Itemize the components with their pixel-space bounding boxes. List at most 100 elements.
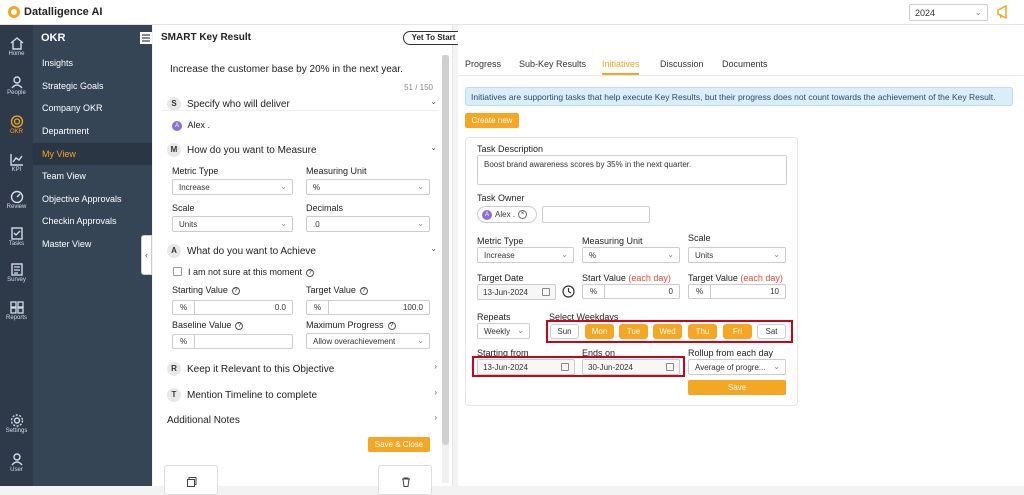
starting-value-input[interactable]: % 0.0: [172, 300, 293, 315]
weekday-wed[interactable]: Wed: [653, 324, 682, 339]
save-close-button[interactable]: Save & Close: [368, 437, 430, 452]
chevron-down-icon: ⌄: [773, 362, 780, 371]
max-progress-label: Maximum Progress?: [306, 320, 396, 330]
rail-survey[interactable]: Survey: [0, 259, 33, 293]
max-progress-select[interactable]: Allow overachievement ⌄: [306, 333, 430, 349]
panel-collapse-handle[interactable]: ‹: [141, 235, 152, 275]
status-badge[interactable]: Yet To Start: [403, 31, 464, 45]
rollup-select[interactable]: Average of progre... ⌄: [688, 359, 786, 375]
menu-item-strategic-goals[interactable]: Strategic Goals: [33, 75, 152, 97]
scroll-thumb[interactable]: [442, 55, 449, 445]
menu-item-department[interactable]: Department: [33, 120, 152, 142]
target-value-label: Target Value?: [306, 285, 368, 295]
weekday-thu[interactable]: Thu: [688, 324, 717, 339]
weekday-sun[interactable]: Sun: [550, 324, 579, 339]
weekday-fri[interactable]: Fri: [723, 324, 752, 339]
owner-chip[interactable]: A Alex .: [172, 120, 210, 131]
rail-okr[interactable]: OKR: [0, 111, 33, 145]
panel-scrollbar[interactable]: [442, 55, 449, 483]
key-result-text: Increase the customer base by 20% in the…: [170, 64, 403, 75]
target-value-label: Target Value (each day): [688, 273, 783, 283]
rail-home[interactable]: Home: [0, 33, 33, 67]
measuring-unit-select[interactable]: % ⌄: [582, 247, 680, 263]
tab-progress[interactable]: Progress: [465, 59, 501, 69]
megaphone-icon[interactable]: [996, 5, 1012, 19]
menu-item-master-view[interactable]: Master View: [33, 233, 152, 255]
tab-documents[interactable]: Documents: [722, 59, 768, 69]
target-value-input[interactable]: % 100.0: [306, 300, 430, 315]
help-icon[interactable]: ?: [306, 268, 315, 277]
calendar-icon: [666, 363, 674, 371]
help-icon[interactable]: ?: [235, 321, 244, 330]
measuring-unit-value: %: [589, 251, 597, 260]
remove-icon[interactable]: ×: [518, 210, 528, 219]
menu-item-team-view[interactable]: Team View: [33, 165, 152, 187]
clock-icon[interactable]: [562, 285, 575, 298]
section-timeline[interactable]: T Mention Timeline to complete ›: [167, 387, 437, 403]
rail-label: Survey: [7, 277, 26, 283]
not-sure-label: I am not sure at this moment?: [188, 267, 315, 277]
weekday-mon[interactable]: Mon: [585, 324, 614, 339]
target-date-input[interactable]: 13-Jun-2024: [477, 284, 556, 300]
create-new-button[interactable]: Create new: [465, 113, 519, 128]
unit-prefix: %: [583, 285, 605, 298]
brand-logo[interactable]: Datalligence AI: [8, 6, 102, 18]
section-relevant[interactable]: R Keep it Relevant to this Objective ›: [167, 361, 437, 377]
rail-settings[interactable]: Settings: [0, 410, 33, 444]
section-title: Keep it Relevant to this Objective: [187, 363, 335, 375]
section-achieve[interactable]: A What do you want to Achieve ⌄: [167, 243, 437, 259]
rail-people[interactable]: People: [0, 72, 33, 106]
scale-label: Scale: [688, 233, 711, 243]
starting-from-input[interactable]: 13-Jun-2024: [477, 359, 575, 375]
metric-type-select[interactable]: Increase ⌄: [172, 179, 293, 195]
target-value-input[interactable]: % 10: [688, 284, 786, 299]
metric-type-select[interactable]: Increase ⌄: [477, 247, 574, 263]
section-specify[interactable]: S Specify who will deliver ⌄: [167, 96, 437, 112]
logo-icon: [8, 6, 20, 18]
menu-collapse-icon[interactable]: [140, 32, 152, 44]
measuring-unit-label: Measuring Unit: [306, 166, 367, 176]
rail-user[interactable]: User: [0, 449, 33, 483]
decimals-label: Decimals: [306, 203, 344, 213]
baseline-value-input[interactable]: %: [172, 334, 293, 349]
tab-sub-key-results[interactable]: Sub-Key Results: [519, 59, 586, 69]
scale-select[interactable]: Units ⌄: [688, 247, 786, 263]
task-description-input[interactable]: Boost brand awareness scores by 35% in t…: [477, 155, 787, 185]
delete-button[interactable]: [378, 465, 432, 495]
help-icon[interactable]: ?: [231, 286, 240, 295]
rail-tasks[interactable]: Tasks: [0, 223, 33, 257]
section-notes[interactable]: Additional Notes ›: [167, 412, 437, 428]
section-badge: R: [167, 362, 181, 376]
year-select[interactable]: 2024 ⌄: [909, 4, 988, 21]
tab-initiatives[interactable]: Initiatives: [602, 59, 640, 69]
rail-review[interactable]: Review: [0, 186, 33, 220]
decimals-select[interactable]: .0 ⌄: [306, 216, 430, 232]
help-icon[interactable]: ?: [359, 286, 368, 295]
weekday-tue[interactable]: Tue: [619, 324, 648, 339]
rail-reports[interactable]: Reports: [0, 297, 33, 331]
start-value-input[interactable]: % 0: [582, 284, 680, 299]
repeats-label: Repeats: [477, 312, 511, 322]
repeats-select[interactable]: Weekly ⌄: [477, 323, 530, 339]
menu-item-my-view[interactable]: My View: [33, 143, 152, 165]
task-owner-chip[interactable]: A Alex . ×: [477, 206, 537, 223]
task-owner-search-input[interactable]: [542, 206, 650, 223]
scale-select[interactable]: Units ⌄: [172, 216, 293, 232]
menu-item-insights[interactable]: Insights: [33, 52, 152, 74]
measuring-unit-select[interactable]: % ⌄: [306, 179, 430, 195]
rail-kpi[interactable]: KPI: [0, 149, 33, 183]
tab-discussion[interactable]: Discussion: [660, 59, 704, 69]
not-sure-checkbox[interactable]: [173, 267, 182, 276]
start-value: 0: [668, 287, 673, 296]
ends-on-input[interactable]: 30-Jun-2024: [582, 359, 680, 375]
copy-button[interactable]: [164, 465, 218, 495]
section-measure[interactable]: M How do you want to Measure ⌄: [167, 142, 437, 158]
menu-item-objective-approvals[interactable]: Objective Approvals: [33, 188, 152, 210]
scale-label: Scale: [172, 203, 195, 213]
weekday-sat[interactable]: Sat: [757, 324, 786, 339]
save-button[interactable]: Save: [688, 380, 786, 395]
rail-label: KPI: [11, 167, 22, 173]
help-icon[interactable]: ?: [387, 321, 396, 330]
menu-item-checkin-approvals[interactable]: Checkin Approvals: [33, 210, 152, 232]
menu-item-company-okr[interactable]: Company OKR: [33, 97, 152, 119]
